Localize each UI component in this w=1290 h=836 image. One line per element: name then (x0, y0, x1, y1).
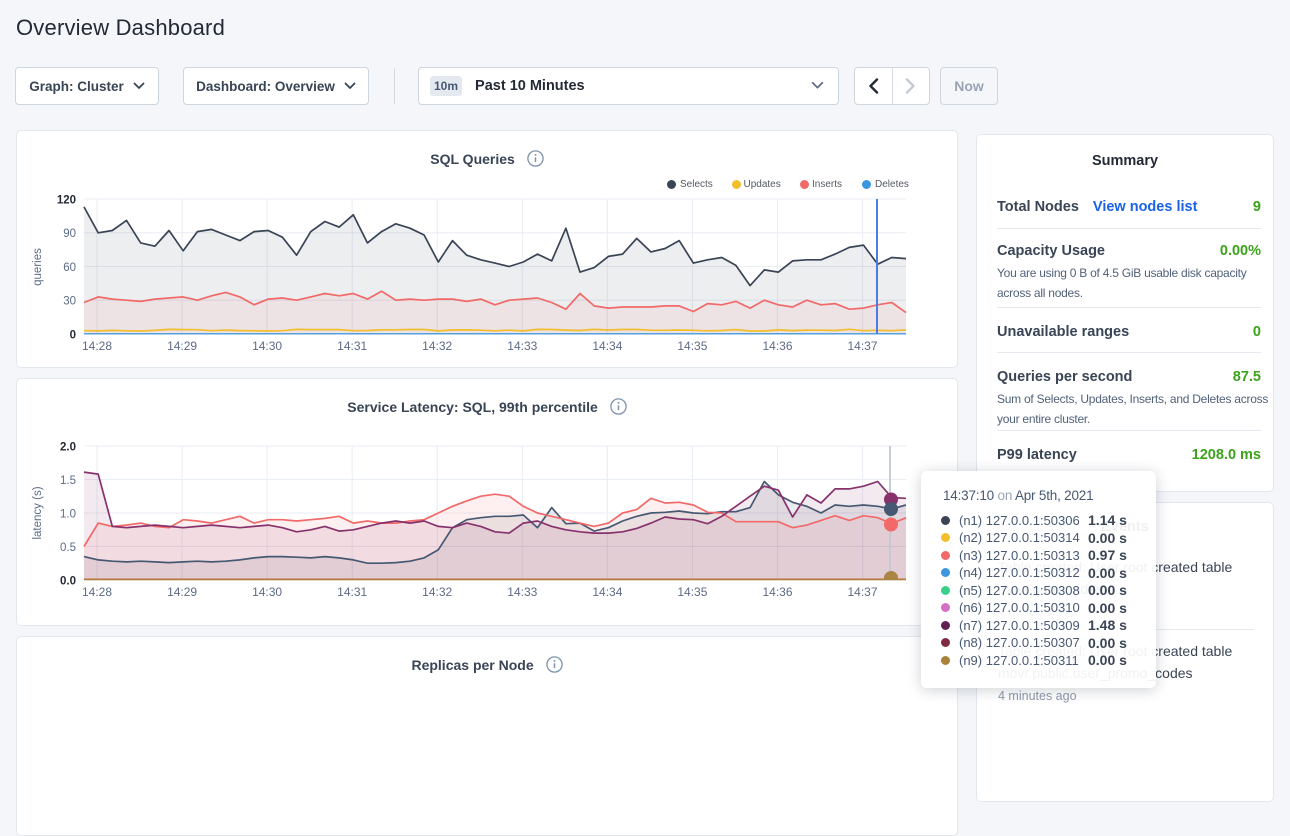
svg-text:latency (s): latency (s) (32, 486, 44, 539)
svg-text:14:35: 14:35 (677, 339, 707, 353)
svg-text:14:28: 14:28 (82, 585, 112, 599)
svg-text:14:36: 14:36 (762, 585, 792, 599)
svg-text:14:34: 14:34 (592, 585, 622, 599)
svg-text:14:36: 14:36 (762, 339, 792, 353)
svg-text:1.0: 1.0 (60, 509, 76, 521)
svg-text:0: 0 (70, 330, 76, 342)
svg-text:14:37: 14:37 (847, 585, 877, 599)
svg-text:14:37: 14:37 (847, 339, 877, 353)
svg-text:queries: queries (32, 248, 44, 286)
svg-text:0.0: 0.0 (60, 576, 76, 588)
svg-text:1.5: 1.5 (60, 475, 76, 487)
svg-text:14:31: 14:31 (337, 339, 367, 353)
svg-text:14:32: 14:32 (422, 339, 452, 353)
svg-text:0.5: 0.5 (60, 542, 76, 554)
svg-text:14:34: 14:34 (592, 339, 622, 353)
svg-text:2.0: 2.0 (60, 442, 76, 454)
svg-text:14:28: 14:28 (82, 339, 112, 353)
svg-text:14:29: 14:29 (167, 585, 197, 599)
svg-text:14:32: 14:32 (422, 585, 452, 599)
svg-text:30: 30 (63, 296, 76, 308)
svg-text:14:33: 14:33 (507, 339, 537, 353)
svg-text:14:31: 14:31 (337, 585, 367, 599)
svg-text:60: 60 (63, 262, 76, 274)
svg-text:14:29: 14:29 (167, 339, 197, 353)
svg-text:90: 90 (63, 228, 76, 240)
svg-text:120: 120 (57, 195, 76, 207)
svg-text:14:30: 14:30 (252, 339, 282, 353)
svg-text:14:30: 14:30 (252, 585, 282, 599)
svg-text:14:33: 14:33 (507, 585, 537, 599)
svg-text:14:35: 14:35 (677, 585, 707, 599)
